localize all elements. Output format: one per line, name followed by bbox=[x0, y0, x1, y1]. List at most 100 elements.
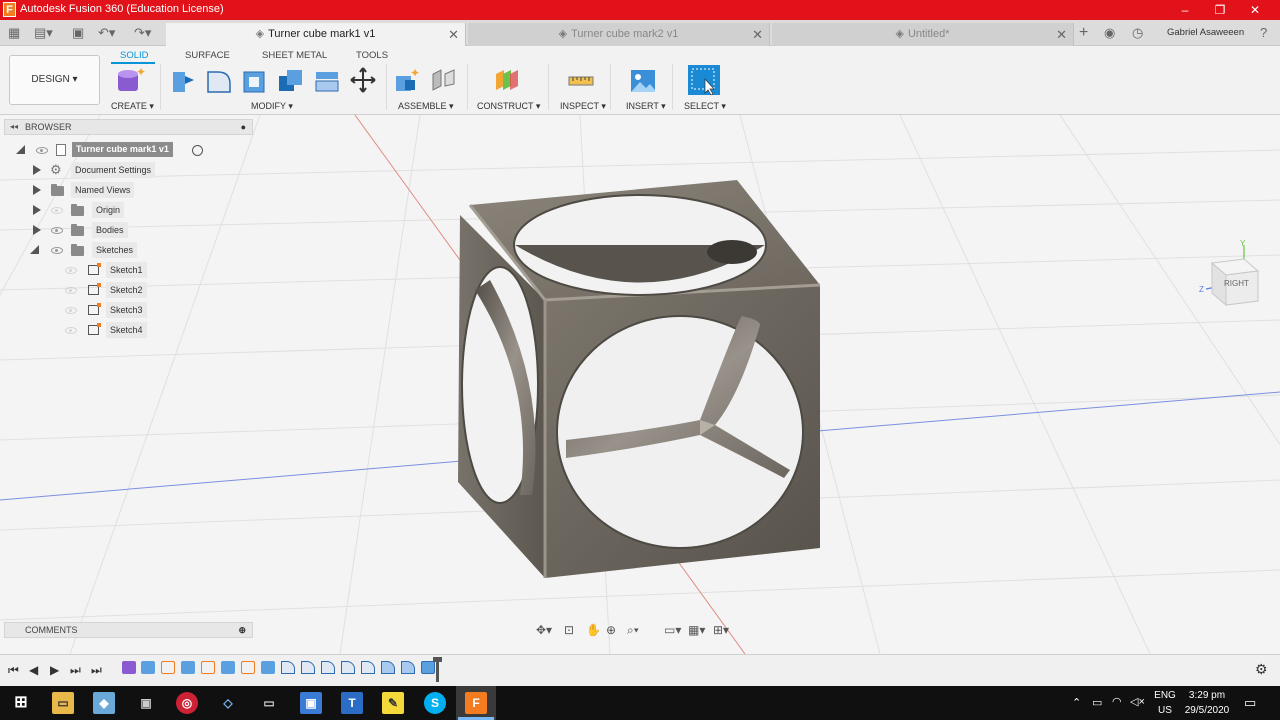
press-pull-icon[interactable] bbox=[168, 66, 198, 94]
locale-label[interactable]: US bbox=[1153, 705, 1177, 716]
timeline-fillet-icon[interactable] bbox=[361, 661, 375, 674]
comments-header[interactable]: COMMENTS ⊕ bbox=[4, 622, 253, 638]
clock-date[interactable]: 29/5/2020 bbox=[1180, 705, 1234, 716]
inspect-menu[interactable]: INSPECT ▾ bbox=[560, 101, 606, 112]
visibility-eye-icon[interactable] bbox=[65, 287, 77, 294]
tree-item-label[interactable]: Origin bbox=[92, 202, 125, 218]
expanded-triangle-icon[interactable] bbox=[16, 145, 25, 154]
visibility-eye-icon[interactable] bbox=[65, 267, 77, 274]
job-status-icon[interactable]: ◉ bbox=[1104, 24, 1115, 42]
feedback-icon[interactable]: ▣ bbox=[135, 692, 157, 714]
tree-item-sketch4[interactable]: Sketch4 bbox=[60, 321, 155, 339]
collapse-panel-icon[interactable]: ◂◂ bbox=[10, 120, 18, 134]
grid-settings-icon[interactable]: ▦▾ bbox=[688, 623, 705, 637]
visibility-eye-icon[interactable] bbox=[65, 327, 77, 334]
timeline-fillet-icon[interactable] bbox=[321, 661, 335, 674]
timeline-sketch-icon[interactable] bbox=[201, 661, 215, 674]
user-name[interactable]: Gabriel Asaweeen bbox=[1167, 24, 1244, 42]
volume-icon[interactable]: ◁× bbox=[1130, 695, 1145, 708]
construct-menu[interactable]: CONSTRUCT ▾ bbox=[477, 101, 540, 112]
view-cube-face-label[interactable]: RIGHT bbox=[1224, 279, 1249, 288]
select-icon[interactable] bbox=[688, 65, 720, 95]
chrome-icon[interactable]: ◎ bbox=[176, 692, 198, 714]
tree-item-label[interactable]: Sketch1 bbox=[106, 262, 147, 278]
view-cube-icon[interactable] bbox=[1196, 239, 1266, 309]
tree-item-label[interactable]: Named Views bbox=[71, 182, 135, 198]
timeline-extrude-icon[interactable] bbox=[181, 661, 195, 674]
insert-image-icon[interactable] bbox=[628, 66, 658, 94]
new-tab-icon[interactable]: + bbox=[1079, 24, 1088, 42]
close-button[interactable]: ✕ bbox=[1240, 1, 1270, 19]
timeline-marker-head[interactable] bbox=[433, 657, 442, 662]
browser-header[interactable]: ◂◂ BROWSER ● bbox=[4, 119, 253, 135]
tree-item-label[interactable]: Sketch3 bbox=[106, 302, 147, 318]
file-menu-icon[interactable]: ▤▾ bbox=[34, 24, 53, 42]
timeline-component-icon[interactable] bbox=[122, 661, 136, 674]
tab-solid[interactable]: SOLID bbox=[120, 50, 149, 61]
fillet-icon[interactable] bbox=[204, 66, 234, 94]
tab-tools[interactable]: TOOLS bbox=[356, 50, 388, 61]
app-icon[interactable]: ◆ bbox=[93, 692, 115, 714]
timeline-sketch-icon[interactable] bbox=[161, 661, 175, 674]
visibility-eye-icon[interactable] bbox=[65, 307, 77, 314]
replace-face-icon[interactable] bbox=[312, 66, 342, 94]
step-back-icon[interactable]: ◀ bbox=[29, 663, 38, 677]
fusion-taskbar-icon[interactable]: F bbox=[465, 692, 487, 714]
viewports-icon[interactable]: ⊞▾ bbox=[713, 623, 729, 637]
look-at-icon[interactable]: ⊡ bbox=[564, 623, 574, 637]
save-icon[interactable]: ▣ bbox=[72, 24, 84, 42]
root-label[interactable]: Turner cube mark1 v1 bbox=[72, 142, 173, 157]
timeline-settings-icon[interactable]: ⚙ bbox=[1255, 661, 1268, 678]
timeline-chamfer-icon[interactable] bbox=[381, 661, 395, 674]
pan-icon[interactable]: ✋ bbox=[586, 623, 601, 637]
tree-item-bodies[interactable]: Bodies bbox=[30, 221, 200, 239]
network-app-icon[interactable]: ▣ bbox=[300, 692, 322, 714]
tree-item-named-views[interactable]: Named Views bbox=[30, 181, 200, 199]
tree-item-document-settings[interactable]: ⚙ Document Settings bbox=[30, 161, 200, 179]
expanded-triangle-icon[interactable] bbox=[30, 245, 39, 254]
visibility-eye-icon[interactable] bbox=[51, 227, 63, 234]
combine-icon[interactable] bbox=[276, 66, 306, 94]
modify-menu[interactable]: MODIFY ▾ bbox=[251, 101, 293, 112]
timeline-extrude-icon[interactable] bbox=[261, 661, 275, 674]
timeline-fillet-icon[interactable] bbox=[341, 661, 355, 674]
skype-icon[interactable]: S bbox=[424, 692, 446, 714]
wifi-icon[interactable]: ◠ bbox=[1112, 695, 1122, 708]
go-to-start-icon[interactable]: ⏮ bbox=[8, 663, 19, 678]
tree-item-label[interactable]: Bodies bbox=[92, 222, 128, 238]
visibility-eye-icon[interactable] bbox=[51, 207, 63, 214]
measure-icon[interactable] bbox=[566, 66, 596, 94]
timeline-fillet-icon[interactable] bbox=[301, 661, 315, 674]
collapsed-triangle-icon[interactable] bbox=[33, 185, 41, 195]
visibility-eye-icon[interactable] bbox=[51, 247, 63, 254]
tab-surface[interactable]: SURFACE bbox=[185, 50, 230, 61]
tree-item-label[interactable]: Sketches bbox=[92, 242, 138, 258]
tree-item-sketch2[interactable]: Sketch2 bbox=[60, 281, 155, 299]
step-forward-icon[interactable]: ⏭ bbox=[70, 663, 81, 678]
play-icon[interactable]: ▶ bbox=[50, 663, 59, 677]
create-sketch-icon[interactable]: ✦ bbox=[115, 66, 145, 94]
activate-radio-icon[interactable] bbox=[192, 145, 203, 156]
new-component-icon[interactable]: ✦ bbox=[393, 66, 423, 94]
timeline-sketch-icon[interactable] bbox=[241, 661, 255, 674]
tray-chevron-icon[interactable]: ⌃ bbox=[1072, 696, 1081, 709]
collapsed-triangle-icon[interactable] bbox=[33, 205, 41, 215]
insert-menu[interactable]: INSERT ▾ bbox=[626, 101, 666, 112]
visibility-eye-icon[interactable] bbox=[36, 147, 48, 154]
tree-item-label[interactable]: Sketch2 bbox=[106, 282, 147, 298]
close-tab-icon[interactable]: ✕ bbox=[752, 23, 763, 46]
tab-untitled[interactable]: ◈ Untitled* ✕ bbox=[772, 23, 1074, 46]
notifications-icon[interactable]: ◷ bbox=[1132, 24, 1143, 42]
create-menu[interactable]: CREATE ▾ bbox=[111, 101, 154, 112]
tree-item-sketch3[interactable]: Sketch3 bbox=[60, 301, 155, 319]
joint-icon[interactable] bbox=[429, 66, 459, 94]
tree-item-label[interactable]: Document Settings bbox=[71, 162, 156, 178]
notification-center-icon[interactable]: ▭ bbox=[1244, 695, 1256, 711]
display-settings-icon[interactable]: ▭▾ bbox=[664, 623, 681, 637]
visual-studio-icon[interactable]: ◇ bbox=[217, 692, 239, 714]
workspace-switcher[interactable]: DESIGN ▾ bbox=[9, 55, 100, 105]
app-grid-icon[interactable]: ▦ bbox=[8, 24, 20, 42]
undo-icon[interactable]: ↶▾ bbox=[98, 24, 115, 42]
offset-plane-icon[interactable] bbox=[492, 66, 522, 94]
help-icon[interactable]: ? bbox=[1260, 24, 1267, 42]
